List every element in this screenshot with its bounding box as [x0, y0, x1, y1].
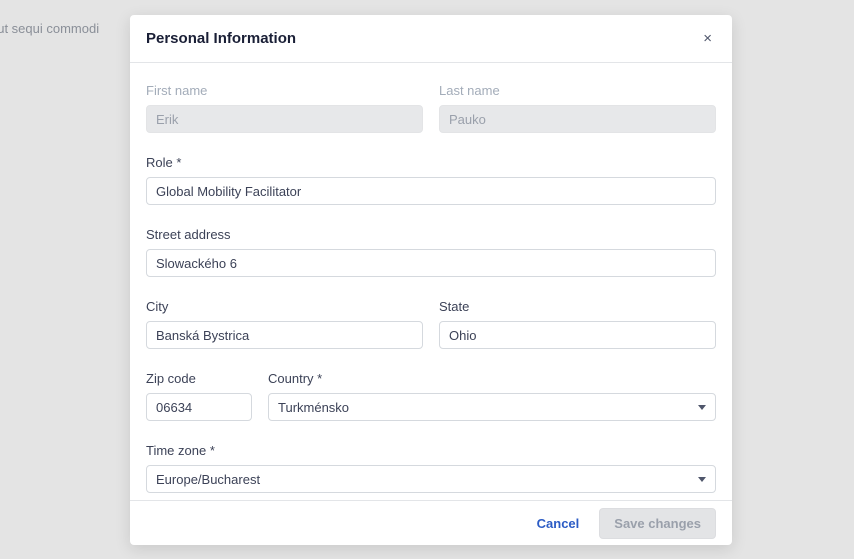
last-name-field-group: Last name	[439, 83, 716, 133]
chevron-down-icon	[698, 477, 706, 482]
last-name-label: Last name	[439, 83, 716, 98]
city-field-group: City	[146, 299, 423, 349]
first-name-field-group: First name	[146, 83, 423, 133]
country-label: Country *	[268, 371, 716, 386]
background-page-text: aut sequi commodi	[0, 21, 99, 36]
street-field-group: Street address	[146, 227, 716, 277]
role-row: Role *	[146, 155, 716, 205]
first-name-label: First name	[146, 83, 423, 98]
modal-footer: Cancel Save changes	[130, 500, 732, 545]
country-field-group: Country * Turkménsko	[268, 371, 716, 421]
cancel-button[interactable]: Cancel	[537, 516, 580, 531]
timezone-row: Time zone * Europe/Bucharest	[146, 443, 716, 493]
zip-code-input[interactable]	[146, 393, 252, 421]
modal-title: Personal Information	[146, 30, 296, 47]
role-field-group: Role *	[146, 155, 716, 205]
street-row: Street address	[146, 227, 716, 277]
name-row: First name Last name	[146, 83, 716, 133]
city-input[interactable]	[146, 321, 423, 349]
country-select[interactable]: Turkménsko	[268, 393, 716, 421]
zip-country-row: Zip code Country * Turkménsko	[146, 371, 716, 421]
zip-code-label: Zip code	[146, 371, 252, 386]
modal-header: Personal Information ×	[130, 15, 732, 63]
country-select-value: Turkménsko	[278, 400, 349, 415]
street-address-input[interactable]	[146, 249, 716, 277]
modal-body: First name Last name Role * Street addre…	[130, 63, 732, 500]
role-label: Role *	[146, 155, 716, 170]
city-state-row: City State	[146, 299, 716, 349]
timezone-field-group: Time zone * Europe/Bucharest	[146, 443, 716, 493]
role-input[interactable]	[146, 177, 716, 205]
time-zone-select-value: Europe/Bucharest	[156, 472, 260, 487]
chevron-down-icon	[698, 405, 706, 410]
save-changes-button[interactable]: Save changes	[599, 508, 716, 539]
state-field-group: State	[439, 299, 716, 349]
street-address-label: Street address	[146, 227, 716, 242]
first-name-input	[146, 105, 423, 133]
close-icon[interactable]: ×	[699, 27, 716, 50]
zip-field-group: Zip code	[146, 371, 252, 421]
time-zone-select[interactable]: Europe/Bucharest	[146, 465, 716, 493]
time-zone-label: Time zone *	[146, 443, 716, 458]
personal-information-modal: Personal Information × First name Last n…	[130, 15, 732, 545]
city-label: City	[146, 299, 423, 314]
state-label: State	[439, 299, 716, 314]
state-input[interactable]	[439, 321, 716, 349]
last-name-input	[439, 105, 716, 133]
